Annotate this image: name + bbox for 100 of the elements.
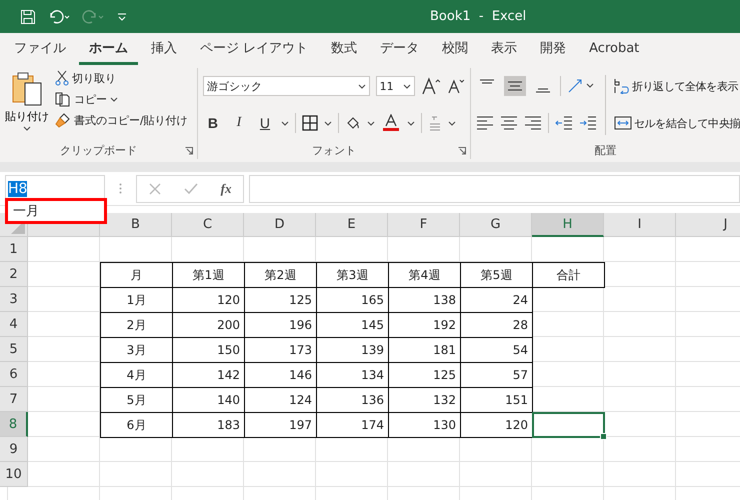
column-header[interactable]: J bbox=[676, 213, 740, 237]
wrap-text-icon bbox=[614, 78, 630, 94]
column-header[interactable]: B bbox=[100, 213, 172, 237]
underline-button[interactable]: U bbox=[254, 113, 275, 133]
table-cell: 4月 bbox=[100, 362, 173, 388]
ribbon-tab[interactable]: ページ レイアウト bbox=[190, 33, 318, 65]
caret-icon bbox=[110, 96, 118, 102]
copy-button[interactable]: コピー bbox=[53, 90, 190, 108]
align-bottom-icon bbox=[534, 88, 551, 93]
column-header[interactable]: I bbox=[604, 213, 676, 237]
scissors-icon bbox=[55, 70, 69, 86]
save-icon[interactable] bbox=[20, 8, 36, 24]
table-cell: 151 bbox=[460, 387, 533, 413]
column-header[interactable]: H bbox=[532, 213, 604, 237]
table-cell: 125 bbox=[388, 362, 461, 388]
increase-font-icon[interactable] bbox=[421, 77, 442, 95]
row-header[interactable]: 7 bbox=[0, 387, 28, 412]
ribbon-tab[interactable]: 開発 bbox=[530, 33, 576, 65]
group-label: クリップボード bbox=[60, 142, 137, 158]
dialog-launcher-icon[interactable] bbox=[184, 147, 193, 155]
ribbon-tab[interactable]: データ bbox=[370, 33, 430, 65]
table-cell: 120 bbox=[460, 412, 533, 438]
table-cell: 合計 bbox=[532, 262, 605, 288]
ribbon-tab[interactable]: 表示 bbox=[481, 33, 528, 65]
bold-button[interactable]: B bbox=[202, 113, 223, 133]
active-cell[interactable] bbox=[532, 412, 605, 438]
table-cell: 146 bbox=[244, 362, 317, 388]
paste-button[interactable]: 貼り付け bbox=[5, 69, 49, 140]
check-icon[interactable] bbox=[184, 182, 198, 194]
ribbon-tab[interactable]: 挿入 bbox=[141, 33, 187, 65]
align-left-icon[interactable] bbox=[476, 116, 494, 130]
caret-icon bbox=[280, 120, 289, 126]
phonetic-icon[interactable] bbox=[428, 115, 442, 131]
table-cell: 6月 bbox=[100, 412, 173, 438]
table-cell: 第5週 bbox=[460, 262, 533, 288]
autocomplete-popup[interactable]: 一月 bbox=[5, 198, 107, 224]
column-header[interactable]: C bbox=[172, 213, 244, 237]
cut-button[interactable]: 切り取り bbox=[53, 69, 190, 87]
caret-icon bbox=[406, 120, 415, 126]
row-header[interactable]: 3 bbox=[0, 287, 28, 312]
row-header[interactable]: 8 bbox=[0, 412, 28, 437]
row-header[interactable]: 4 bbox=[0, 312, 28, 337]
table-cell: 120 bbox=[172, 287, 245, 313]
dialog-launcher-icon[interactable] bbox=[458, 147, 466, 155]
ribbon-tab[interactable]: Acrobat bbox=[579, 34, 650, 64]
column-header[interactable]: G bbox=[460, 213, 532, 237]
align-top-icon bbox=[478, 79, 495, 84]
column-header[interactable]: D bbox=[244, 213, 316, 237]
table-cell: 132 bbox=[388, 387, 461, 413]
row-header[interactable]: 6 bbox=[0, 362, 28, 387]
row-header[interactable]: 9 bbox=[0, 437, 28, 462]
table-cell: 第4週 bbox=[388, 262, 461, 288]
insert-function-button[interactable]: fx bbox=[220, 180, 232, 196]
table-cell: 200 bbox=[172, 312, 245, 338]
row-header[interactable]: 10 bbox=[0, 462, 28, 487]
column-header[interactable]: E bbox=[316, 213, 388, 237]
caret-icon bbox=[23, 126, 31, 131]
row-header[interactable]: 1 bbox=[0, 237, 28, 262]
merge-center-button[interactable]: セルを結合して中央揃 bbox=[614, 114, 740, 132]
ribbon-tab[interactable]: ファイル bbox=[4, 33, 76, 65]
table-cell: 142 bbox=[172, 362, 245, 388]
table-cell: 月 bbox=[100, 262, 173, 288]
font-name-field[interactable]: 游ゴシック bbox=[202, 76, 370, 96]
column-header[interactable]: F bbox=[388, 213, 460, 237]
font-size-field[interactable]: 11 bbox=[376, 76, 416, 96]
table-cell: 54 bbox=[460, 337, 533, 363]
window-title: Book1 - Excel bbox=[430, 9, 526, 24]
italic-button[interactable]: I bbox=[228, 113, 249, 133]
merge-cells-icon bbox=[614, 115, 632, 131]
table-cell: 145 bbox=[316, 312, 389, 338]
fill-bucket-icon[interactable] bbox=[344, 115, 361, 131]
ribbon-tab[interactable]: 校閲 bbox=[432, 33, 478, 65]
table-cell: 5月 bbox=[100, 387, 173, 413]
align-right-icon[interactable] bbox=[524, 116, 542, 130]
format-painter-button[interactable]: 書式のコピー/貼り付け bbox=[53, 111, 190, 129]
decrease-indent-icon[interactable] bbox=[554, 116, 573, 130]
wrap-text-button[interactable]: 折り返して全体を表示 bbox=[614, 77, 740, 95]
formula-input[interactable] bbox=[249, 174, 740, 202]
increase-indent-icon[interactable] bbox=[578, 116, 597, 130]
row-header[interactable]: 5 bbox=[0, 337, 28, 362]
align-center-icon[interactable] bbox=[500, 116, 518, 130]
font-color-icon[interactable] bbox=[380, 114, 401, 132]
table-cell: 138 bbox=[388, 287, 461, 313]
copy-icon bbox=[55, 91, 71, 107]
caret-icon bbox=[358, 84, 366, 88]
redo-icon bbox=[82, 8, 104, 24]
undo-icon[interactable] bbox=[48, 8, 70, 24]
table-cell: 139 bbox=[316, 337, 389, 363]
table-cell: 183 bbox=[172, 412, 245, 438]
orientation-icon[interactable] bbox=[566, 78, 595, 94]
borders-icon[interactable] bbox=[302, 115, 318, 131]
row-header[interactable]: 2 bbox=[0, 262, 28, 287]
table-cell: 150 bbox=[172, 337, 245, 363]
caret-icon bbox=[366, 120, 375, 126]
decrease-font-icon[interactable] bbox=[447, 78, 465, 94]
ribbon-tab[interactable]: 数式 bbox=[321, 33, 368, 65]
vertical-align-button[interactable] bbox=[504, 76, 526, 96]
table-cell: 134 bbox=[316, 362, 389, 388]
table-cell: 125 bbox=[244, 287, 317, 313]
table-cell: 3月 bbox=[100, 337, 173, 363]
